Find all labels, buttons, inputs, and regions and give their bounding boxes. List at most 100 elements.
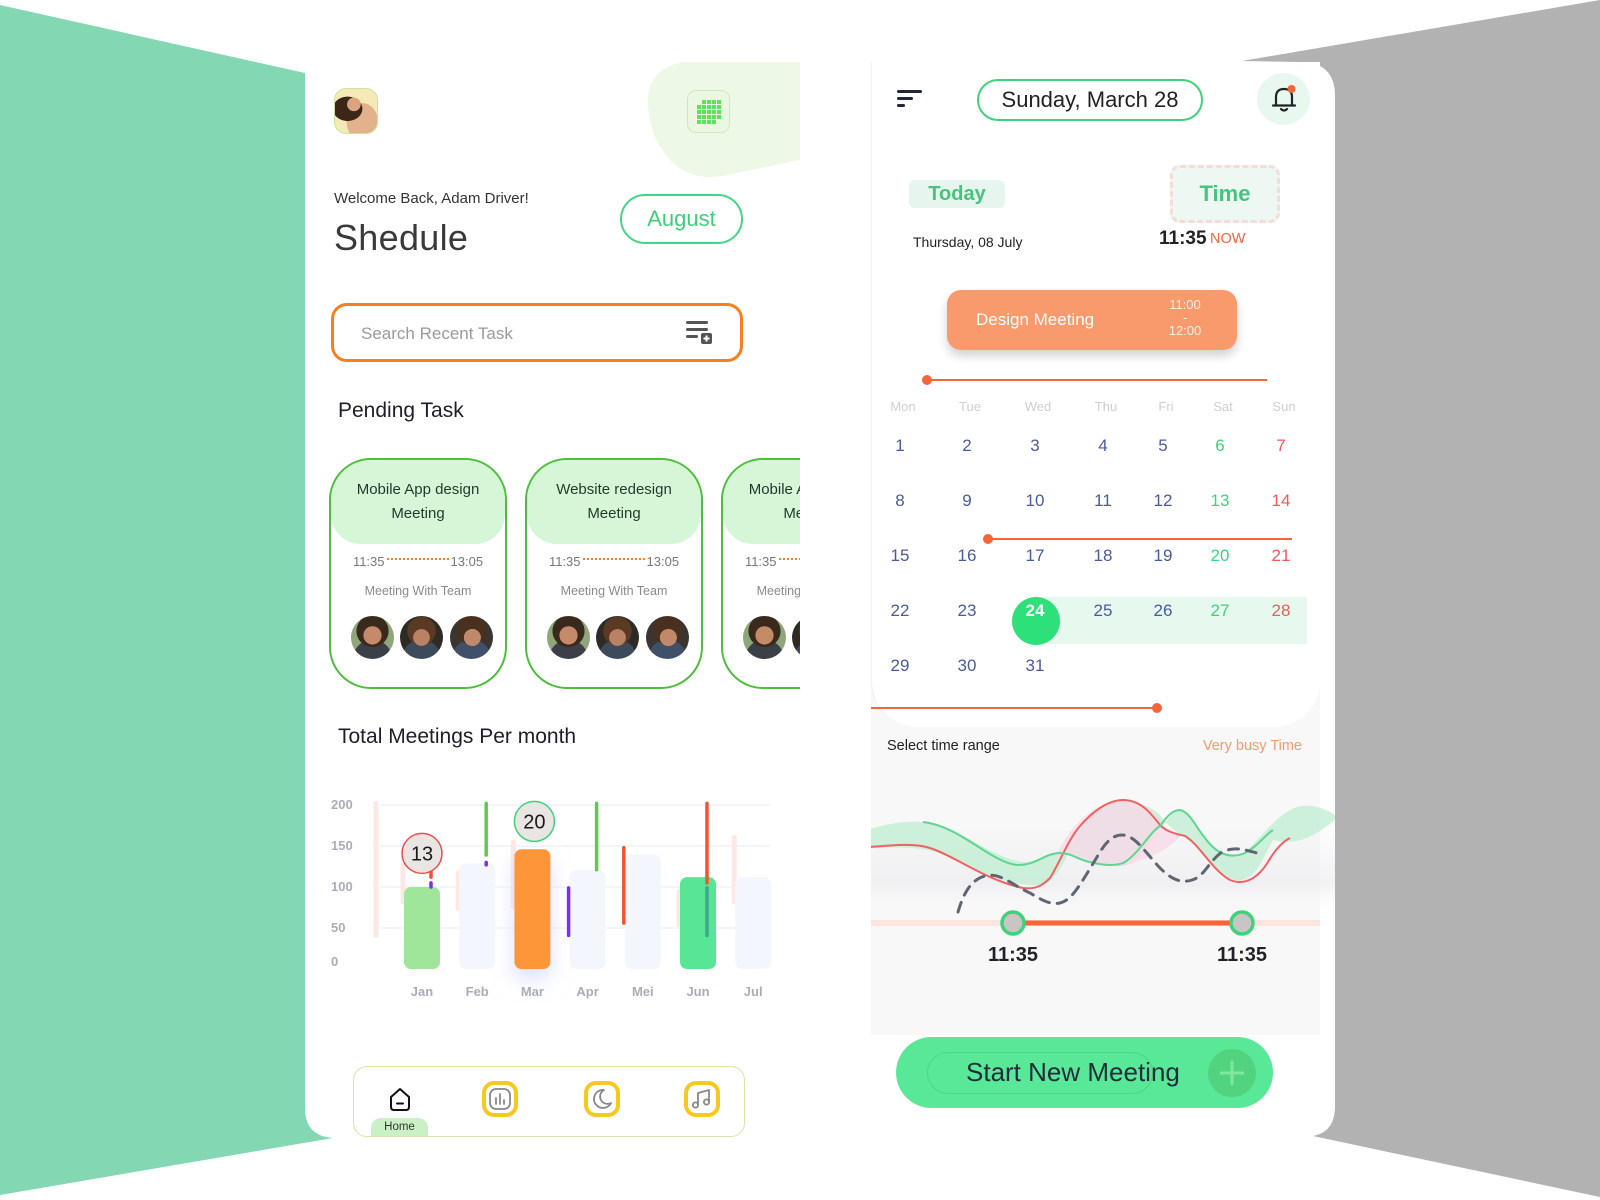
start-new-meeting-button[interactable]: Start New Meeting xyxy=(896,1037,1273,1108)
calendar-day-10[interactable]: 10 xyxy=(1015,491,1055,511)
x-tick-label: Apr xyxy=(576,984,598,999)
calendar-day-13[interactable]: 13 xyxy=(1200,491,1240,511)
task-card[interactable]: Mobile App design Meeting 11:3513:05 Mee… xyxy=(329,458,507,689)
meetings-bar-chart: 13 20 0 50 100 150 200 Jan Feb Mar Apr Mei Jun Jul xyxy=(331,797,772,999)
calendar-day-15[interactable]: 15 xyxy=(880,546,920,566)
calendar-day-1[interactable]: 1 xyxy=(880,436,920,456)
task-time-range: 11:35 13:05 xyxy=(331,554,505,569)
time-range-label: Select time range xyxy=(887,738,1000,754)
task-subtitle: Meeting With Team xyxy=(560,584,668,598)
dotted-separator xyxy=(582,557,645,560)
calendar-day-23[interactable]: 23 xyxy=(947,601,987,621)
bar-jan[interactable] xyxy=(404,887,440,969)
search-box xyxy=(331,303,743,362)
busy-time-wave xyxy=(871,798,1335,936)
add-meeting-button[interactable] xyxy=(1208,1049,1256,1097)
user-avatar[interactable] xyxy=(334,88,378,134)
task-card[interactable]: Website redesign Meeting 11:35 13:05 Meet… xyxy=(525,458,703,689)
calendar-day-8[interactable]: 8 xyxy=(880,491,920,511)
calendar-day-18[interactable]: 18 xyxy=(1083,546,1123,566)
today-date: Thursday, 08 July xyxy=(913,234,1023,250)
range-end-time: 11:35 xyxy=(1216,944,1268,966)
dotted-separator xyxy=(386,557,449,560)
task-title: Website redesign Meeting xyxy=(556,481,672,522)
participant-avatar[interactable] xyxy=(400,616,443,659)
background-shapes xyxy=(0,0,1600,1197)
search-input[interactable] xyxy=(359,306,663,361)
calendar-day-28[interactable]: 28 xyxy=(1261,601,1301,621)
calendar-day-3[interactable]: 3 xyxy=(1015,436,1055,456)
task-start-time: 11:35 xyxy=(352,554,385,569)
event-title: Design Meeting xyxy=(976,310,1095,329)
participant-avatar[interactable] xyxy=(450,616,493,659)
bar-apr[interactable] xyxy=(569,869,606,969)
pending-task-heading: Pending Task xyxy=(338,399,464,422)
calendar-day-20[interactable]: 20 xyxy=(1200,546,1240,566)
grid-menu-button[interactable] xyxy=(687,90,730,133)
calendar-day-11[interactable]: 11 xyxy=(1083,491,1123,511)
weekday-wed: Wed xyxy=(1024,399,1052,414)
x-tick-label: Mar xyxy=(521,984,544,999)
calendar-day-30[interactable]: 30 xyxy=(947,656,987,676)
participant-avatar[interactable] xyxy=(743,616,786,659)
calendar-day-6[interactable]: 6 xyxy=(1200,436,1240,456)
range-end-handle[interactable] xyxy=(1229,910,1255,936)
calendar-day-2[interactable]: 2 xyxy=(947,436,987,456)
x-tick-label: Jul xyxy=(744,984,763,999)
calendar-day-31[interactable]: 31 xyxy=(1015,656,1055,676)
bar-mei[interactable] xyxy=(624,854,661,969)
calendar-day-25[interactable]: 25 xyxy=(1083,601,1123,621)
now-indicator: NOW xyxy=(1210,231,1246,247)
participant-avatar[interactable] xyxy=(646,616,689,659)
task-subtitle: Meeting With Team xyxy=(756,584,800,598)
event-card[interactable]: Design Meeting 11:00 - 12:00 xyxy=(947,290,1237,350)
calendar-day-27[interactable]: 27 xyxy=(1200,601,1240,621)
notification-button[interactable] xyxy=(1257,73,1310,125)
bar-feb[interactable] xyxy=(459,863,496,969)
calendar-day-26[interactable]: 26 xyxy=(1143,601,1183,621)
weekday-thu: Thu xyxy=(1094,399,1118,414)
calendar-day-14[interactable]: 14 xyxy=(1261,491,1301,511)
participant-avatar[interactable] xyxy=(547,616,590,659)
calendar-day-7[interactable]: 7 xyxy=(1261,436,1301,456)
participant-avatar[interactable] xyxy=(792,616,800,659)
participant-avatar[interactable] xyxy=(351,616,394,659)
chart-heading: Total Meetings Per month xyxy=(338,725,577,748)
calendar-day-9[interactable]: 9 xyxy=(947,491,987,511)
task-subtitle: Meeting With Team xyxy=(364,584,472,598)
nav-music[interactable] xyxy=(684,1081,720,1117)
calendar-day-12[interactable]: 12 xyxy=(1143,491,1183,511)
date-selector[interactable]: Sunday, March 28 xyxy=(977,79,1203,121)
nav-stats[interactable] xyxy=(482,1081,518,1117)
menu-button[interactable] xyxy=(897,90,923,110)
timeline-line xyxy=(871,707,1153,709)
calendar-day-16[interactable]: 16 xyxy=(947,546,987,566)
time-label[interactable]: Time xyxy=(1170,165,1280,223)
today-label[interactable]: Today xyxy=(909,180,1005,208)
bar-jul[interactable] xyxy=(735,877,772,969)
nav-home-label[interactable]: Home xyxy=(371,1118,428,1136)
nav-sleep[interactable] xyxy=(584,1081,620,1117)
filter-list-icon[interactable] xyxy=(686,320,714,346)
task-card[interactable]: Mobile App design Meeting 11:3513:05 Mee… xyxy=(721,458,800,689)
calendar-day-21[interactable]: 21 xyxy=(1261,546,1301,566)
page-title: Shedule xyxy=(334,217,469,258)
calendar-day-29[interactable]: 29 xyxy=(880,656,920,676)
music-icon xyxy=(692,1089,710,1109)
calendar-day-4[interactable]: 4 xyxy=(1083,436,1123,456)
bar-jun[interactable] xyxy=(680,877,716,969)
nav-home[interactable] xyxy=(382,1081,418,1117)
weekday-sun: Sun xyxy=(1272,399,1296,414)
calendar-day-24[interactable]: 24 xyxy=(1015,601,1055,621)
calendar-day-5[interactable]: 5 xyxy=(1143,436,1183,456)
task-time-range: 11:35 13:05 xyxy=(527,554,701,569)
month-button[interactable]: August xyxy=(620,194,743,244)
calendar-day-19[interactable]: 19 xyxy=(1143,546,1183,566)
participant-avatar[interactable] xyxy=(596,616,639,659)
task-start-time: 11:35 xyxy=(744,554,777,569)
bottom-nav: Home xyxy=(353,1066,745,1137)
range-start-handle[interactable] xyxy=(1000,910,1026,936)
bar-mar[interactable] xyxy=(514,849,551,969)
calendar-day-17[interactable]: 17 xyxy=(1015,546,1055,566)
calendar-day-22[interactable]: 22 xyxy=(880,601,920,621)
